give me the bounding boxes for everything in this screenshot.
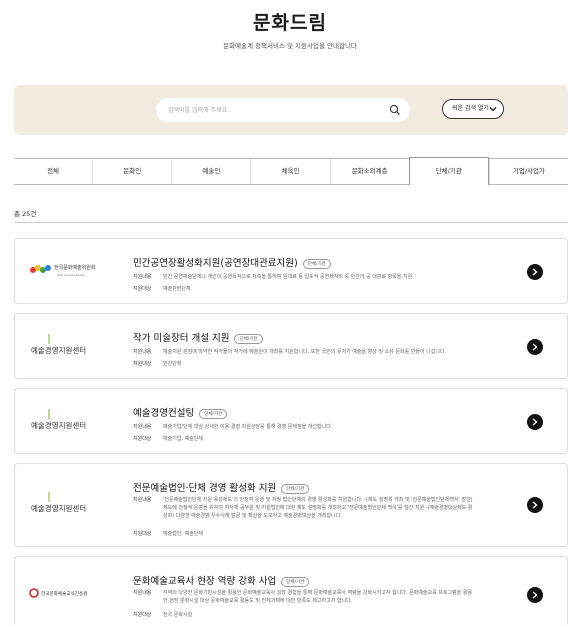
card-row: 지원내용 예술기업/단체 대상 상세한 이용 경영 지원상담를 통해 경영 문제점…: [133, 424, 333, 430]
tab-business[interactable]: 기업/사업가: [488, 159, 568, 184]
card-row: 지원대상 전국 문화시설: [133, 612, 193, 618]
divider: [14, 222, 568, 223]
category-badge: 단체/기관: [199, 408, 228, 419]
arts-management-center-logo: 예술경영지원센터: [31, 492, 86, 513]
card-row: 지원대상 예술기업, 예술단체: [133, 436, 203, 442]
search-area: 검색어를 입력해 주세요. 쉬운 검색 열기: [14, 85, 568, 135]
search-icon[interactable]: [388, 103, 402, 117]
logo-subtext: Arts Council Korea: [57, 273, 85, 277]
logo-text: 예술경영지원센터: [31, 345, 86, 355]
card-title: 문화예술교육사 현장 역량 강화 사업 단체/기관: [133, 573, 310, 587]
card-row: 지원내용 '전문예술법인단체 지원 육성제도'의 안정적 운영 및 지정 법인단체…: [133, 497, 473, 519]
list-item[interactable]: 한국문화예술교육진흥원 문화예술교육사 현장 역량 강화 사업 단체/기관 지원내…: [14, 556, 568, 625]
tab-organization[interactable]: 단체/기관: [408, 157, 489, 185]
go-button[interactable]: [527, 339, 543, 355]
category-badge: 단체/기관: [302, 258, 331, 269]
tab-all[interactable]: 전체: [14, 159, 93, 184]
logo-text: 한국문화예술위원회: [54, 264, 95, 271]
chevron-down-icon: [489, 107, 497, 112]
card-title: 예술경영컨설팅 단체/기관: [133, 405, 228, 419]
list-item[interactable]: 예술경영지원센터 전문예술법인·단체 경영 활성화 지원 단체/기관 지원내용 '전…: [14, 463, 568, 547]
go-button[interactable]: [527, 587, 543, 603]
quick-search-label: 쉬운 검색 열기: [452, 105, 489, 112]
card-row: 지원대상 예술관련단체: [133, 286, 191, 292]
tab-underserved[interactable]: 문화소외계층: [329, 159, 409, 184]
card-title: 전문예술법인·단체 경영 활성화 지원 단체/기관: [133, 480, 310, 494]
logo-text: 한국문화예술교육진흥원: [41, 590, 88, 597]
category-badge: 단체/기관: [234, 333, 263, 344]
page-title: 문화드림: [253, 12, 327, 34]
go-button[interactable]: [527, 497, 543, 513]
card-title: 민간공연장활성화지원(공연장대관료지원) 단체/기관: [133, 255, 331, 269]
card-row: 지원대상 예술법인, 예술단체: [133, 531, 203, 537]
arrow-right-icon: [532, 343, 538, 351]
search-input[interactable]: 검색어를 입력해 주세요.: [156, 98, 410, 122]
arrow-right-icon: [532, 501, 538, 509]
tab-culture-person[interactable]: 문화인: [92, 159, 172, 184]
arrow-right-icon: [532, 418, 538, 426]
arts-management-center-logo: 예술경영지원센터: [31, 409, 86, 430]
logo-text: 예술경영지원센터: [31, 420, 86, 430]
arts-council-logo: 한국문화예술위원회 Arts Council Korea: [30, 264, 95, 277]
search-placeholder: 검색어를 입력해 주세요.: [168, 107, 229, 114]
category-badge: 단체/기관: [281, 576, 310, 587]
card-row: 지원내용 민간 공연예술단체나 개인이 공연목적으로 저촉을 통하여 임대료 등 …: [133, 274, 413, 280]
arrow-right-icon: [532, 268, 538, 276]
go-button[interactable]: [527, 414, 543, 430]
category-tabs: 전체 문화인 예술인 체육인 문화소외계층 단체/기관 기업/사업가: [14, 157, 568, 185]
card-row: 지원대상 민간단체: [133, 361, 182, 367]
list-item[interactable]: 예술경영지원센터 작가 미술장터 개설 지원 단체/기관 지원내용 예술지원 관점에…: [14, 313, 568, 379]
list-item[interactable]: 예술경영지원센터 예술경영컨설팅 단체/기관 지원내용 예술기업/단체 대상 상세한…: [14, 388, 568, 454]
result-count: 총 25건: [14, 210, 37, 218]
card-row: 지원내용 지역의 다양한 문화기반시설을 활용한 문화예술교육사 성장 경험을 통…: [133, 590, 473, 604]
quick-search-button[interactable]: 쉬운 검색 열기: [442, 99, 504, 119]
card-row: 지원내용 예술지원 관점에 마약한 작가들의 작가에 예술원이 개최를 지원합니다…: [133, 349, 447, 355]
tab-artist[interactable]: 예술인: [171, 159, 251, 184]
tab-athlete[interactable]: 체육인: [250, 159, 330, 184]
go-button[interactable]: [527, 264, 543, 280]
logo-text: 예술경영지원센터: [31, 503, 86, 513]
list-item[interactable]: 한국문화예술위원회 Arts Council Korea 민간공연장활성화지원(…: [14, 238, 568, 304]
page-subtitle: 문화예술계 정책서비스 및 지원사업을 안내합니다: [223, 42, 357, 50]
arts-management-center-logo: 예술경영지원센터: [31, 334, 86, 355]
card-title: 작가 미술장터 개설 지원 단체/기관: [133, 330, 263, 344]
category-badge: 단체/기관: [281, 483, 310, 494]
arts-education-service-logo: 한국문화예술교육진흥원: [29, 588, 88, 598]
arrow-right-icon: [532, 591, 538, 599]
